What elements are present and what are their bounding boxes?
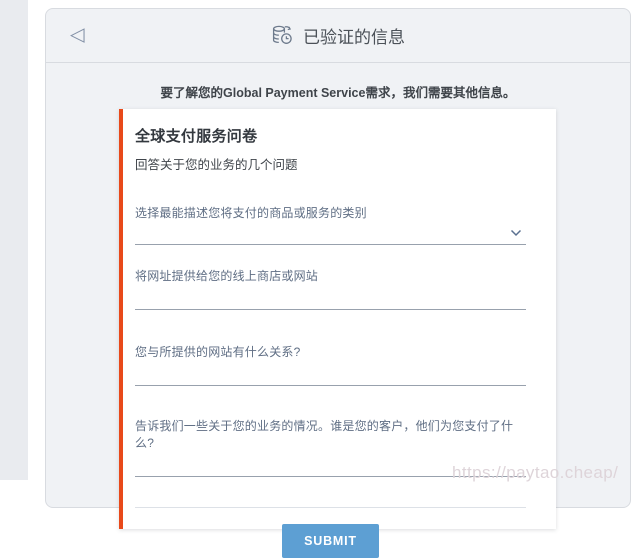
website-url-input[interactable] (135, 284, 526, 310)
verification-panel: ◁ 已验证的信息 要了解您的Global Payment Service需求，我… (45, 8, 631, 558)
website-url-label: 将网址提供给您的线上商店或网站 (135, 269, 319, 283)
panel-title-text: 已验证的信息 (303, 28, 405, 47)
form-subtitle: 回答关于您的业务的几个问题 (135, 158, 298, 172)
category-select-field: 选择最能描述您将支付的商品或服务的类别 (135, 204, 526, 245)
intro-text: 要了解您的Global Payment Service需求，我们需要其他信息。 (160, 86, 516, 100)
panel-title: 已验证的信息 (271, 23, 405, 48)
chevron-down-icon[interactable] (510, 229, 522, 237)
site-relationship-label: 您与所提供的网站有什么关系? (135, 345, 301, 359)
panel-header: ◁ 已验证的信息 (46, 9, 630, 63)
category-select-label: 选择最能描述您将支付的商品或服务的类别 (135, 206, 367, 220)
questionnaire-card: 全球支付服务问卷 回答关于您的业务的几个问题 选择最能描述您将支付的商品或服务的… (119, 109, 556, 558)
form-title: 全球支付服务问卷 (135, 128, 258, 145)
category-select-input[interactable] (135, 221, 526, 245)
form-divider (135, 507, 526, 508)
submit-row: SUBMIT (135, 524, 526, 558)
site-relationship-field: 您与所提供的网站有什么关系? (135, 343, 526, 386)
coins-clock-icon (271, 24, 294, 47)
back-button[interactable]: ◁ (66, 23, 89, 46)
business-description-field: 告诉我们一些关于您的业务的情况。谁是您的客户，他们为您支付了什么? (135, 417, 526, 477)
website-url-field: 将网址提供给您的线上商店或网站 (135, 267, 526, 310)
business-description-input[interactable] (135, 451, 526, 477)
business-description-label: 告诉我们一些关于您的业务的情况。谁是您的客户，他们为您支付了什么? (135, 419, 514, 450)
page-left-strip (0, 0, 28, 480)
submit-button[interactable]: SUBMIT (282, 524, 379, 558)
site-relationship-input[interactable] (135, 360, 526, 386)
